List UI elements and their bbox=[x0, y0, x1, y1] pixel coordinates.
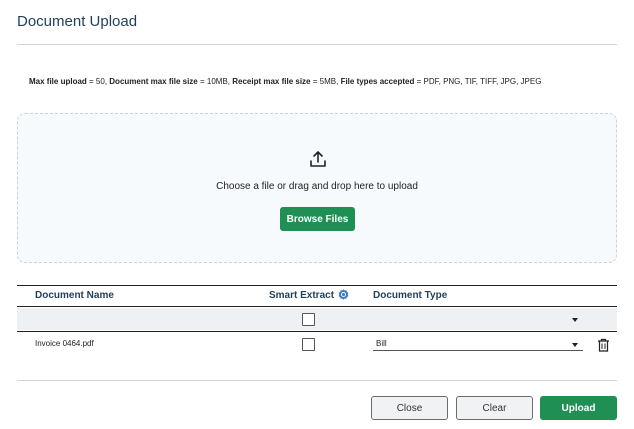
dropzone-instructions: Choose a file or drag and drop here to u… bbox=[216, 181, 418, 192]
upload-limits: Max file upload = 50, Document max file … bbox=[29, 77, 541, 86]
smart-extract-checkbox[interactable] bbox=[302, 338, 315, 351]
browse-files-button[interactable]: Browse Files bbox=[280, 207, 355, 231]
column-header-document-type[interactable]: Document Type bbox=[373, 290, 447, 301]
column-header-smart-extract[interactable]: Smart Extract bbox=[269, 290, 334, 301]
table-filter-rule bbox=[17, 331, 617, 332]
upload-button[interactable]: Upload bbox=[540, 396, 617, 420]
document-name-cell: Invoice 0464.pdf bbox=[35, 339, 94, 348]
upload-icon bbox=[310, 151, 326, 167]
info-badge-icon[interactable] bbox=[338, 289, 349, 300]
doc-size-label: Document max file size bbox=[109, 77, 198, 86]
close-button[interactable]: Close bbox=[371, 396, 448, 420]
header-divider bbox=[17, 44, 617, 45]
doc-size-value: = 10MB, bbox=[200, 77, 231, 86]
document-type-select[interactable]: Bill bbox=[376, 339, 387, 348]
trash-icon[interactable] bbox=[597, 338, 610, 352]
receipt-size-value: = 5MB, bbox=[312, 77, 339, 86]
max-upload-label: Max file upload bbox=[29, 77, 87, 86]
table-top-rule bbox=[17, 285, 617, 286]
file-types-label: File types accepted bbox=[340, 77, 415, 86]
file-types-value: = PDF, PNG, TIF, TIFF, JPG, JPEG bbox=[416, 77, 542, 86]
document-type-filter-dropdown[interactable] bbox=[572, 318, 578, 322]
document-type-select-underline bbox=[373, 350, 583, 351]
footer-divider bbox=[17, 380, 617, 381]
table-header-rule bbox=[17, 306, 617, 307]
max-upload-value: = 50, bbox=[89, 77, 108, 86]
smart-extract-select-all-checkbox[interactable] bbox=[302, 313, 315, 326]
receipt-size-label: Receipt max file size bbox=[232, 77, 311, 86]
column-header-document-name[interactable]: Document Name bbox=[35, 290, 114, 301]
chevron-down-icon[interactable] bbox=[572, 343, 578, 347]
table-filter-row bbox=[17, 308, 617, 330]
clear-button[interactable]: Clear bbox=[456, 396, 533, 420]
dialog-title: Document Upload bbox=[17, 13, 138, 30]
